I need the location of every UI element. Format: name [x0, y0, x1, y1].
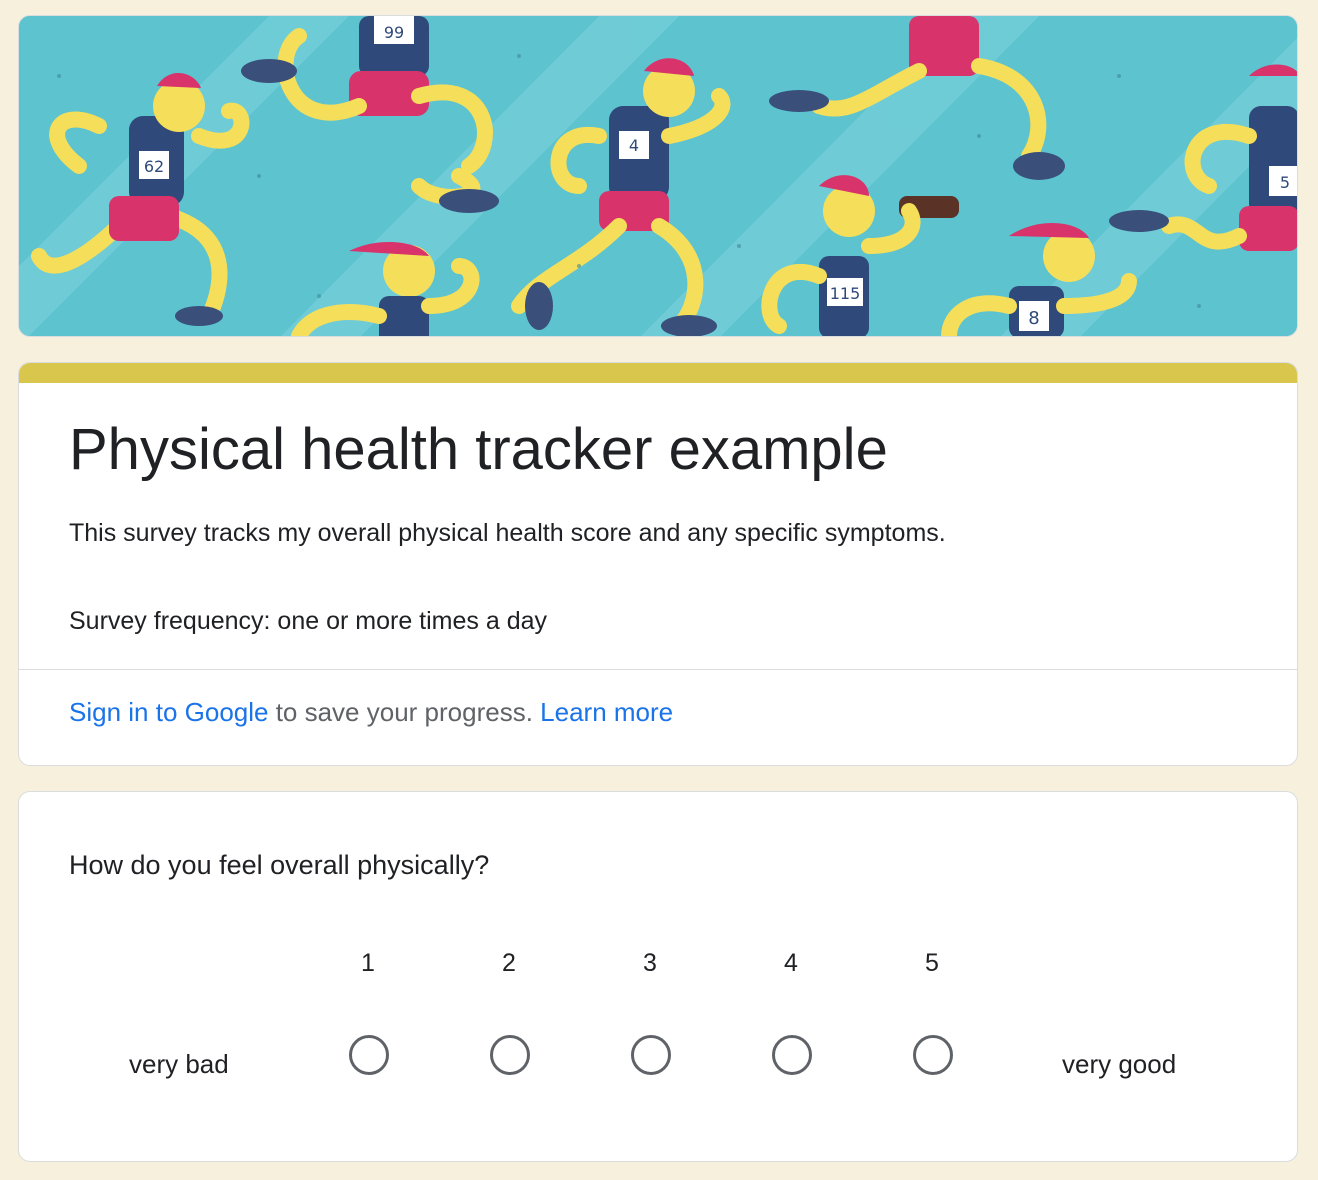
svg-text:8: 8 — [1028, 308, 1039, 329]
form-description: This survey tracks my overall physical h… — [69, 519, 946, 547]
signin-notice: Sign in to Google to save your progress.… — [69, 695, 673, 729]
theme-accent-bar — [19, 363, 1297, 383]
header-banner-image: 62 99 4 115 8 5 — [18, 15, 1298, 337]
form-page: 62 99 4 115 8 5 Physical health tracker … — [0, 0, 1318, 1180]
scale-high-label: very good — [1062, 1049, 1177, 1079]
radio-option-5[interactable] — [913, 1035, 953, 1075]
scale-low-label: very bad — [129, 1049, 229, 1079]
svg-text:115: 115 — [830, 284, 861, 303]
signin-link[interactable]: Sign in to Google — [69, 697, 268, 727]
scale-number-1: 1 — [361, 949, 375, 977]
radio-option-4[interactable] — [772, 1035, 812, 1075]
divider — [19, 669, 1297, 670]
form-frequency-note: Survey frequency: one or more times a da… — [69, 607, 548, 635]
radio-option-3[interactable] — [631, 1035, 671, 1075]
svg-text:5: 5 — [1280, 173, 1290, 192]
question-card: How do you feel overall physically? 1 2 … — [18, 791, 1298, 1162]
scale-number-5: 5 — [925, 949, 939, 977]
scale-number-4: 4 — [784, 949, 798, 977]
svg-text:4: 4 — [629, 136, 639, 155]
form-header-card: Physical health tracker example This sur… — [18, 362, 1298, 766]
svg-text:99: 99 — [384, 23, 404, 42]
signin-middle-text: to save your progress. — [268, 697, 541, 727]
scale-number-2: 2 — [502, 949, 516, 977]
radio-option-2[interactable] — [490, 1035, 530, 1075]
svg-text:62: 62 — [144, 157, 164, 176]
learn-more-link[interactable]: Learn more — [540, 697, 673, 727]
scale-number-3: 3 — [643, 949, 657, 977]
question-title: How do you feel overall physically? — [69, 850, 490, 880]
radio-option-1[interactable] — [349, 1035, 389, 1075]
form-title: Physical health tracker example — [69, 417, 888, 482]
